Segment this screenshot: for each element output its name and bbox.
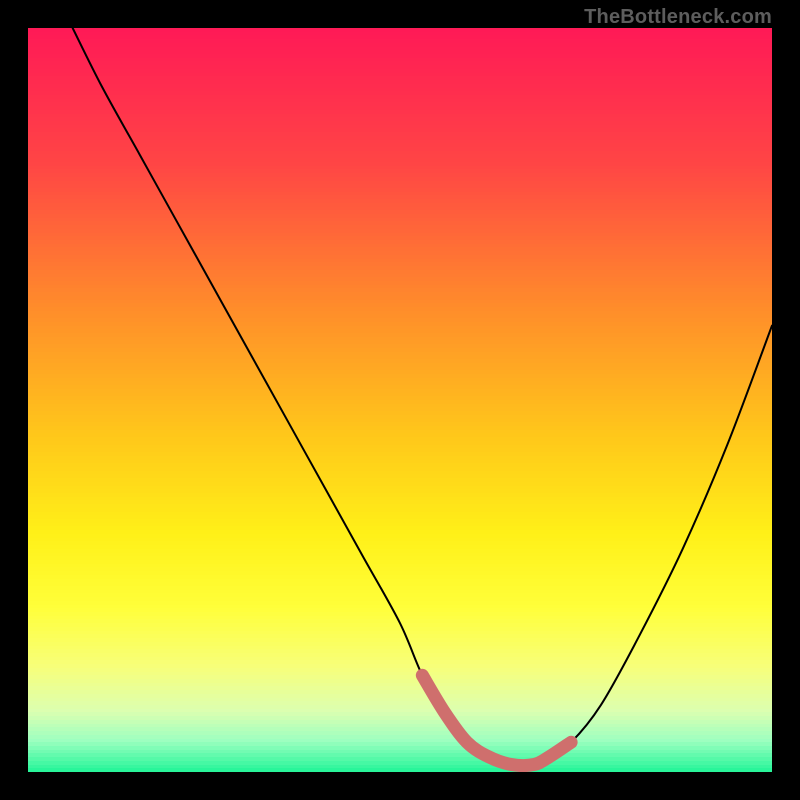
watermark-text: TheBottleneck.com [584, 6, 772, 29]
optimal-range-marker [422, 675, 571, 765]
chart-frame: TheBottleneck.com [0, 0, 800, 800]
curve-layer [28, 28, 772, 772]
plot-area [28, 28, 772, 772]
bottleneck-curve [73, 28, 772, 765]
